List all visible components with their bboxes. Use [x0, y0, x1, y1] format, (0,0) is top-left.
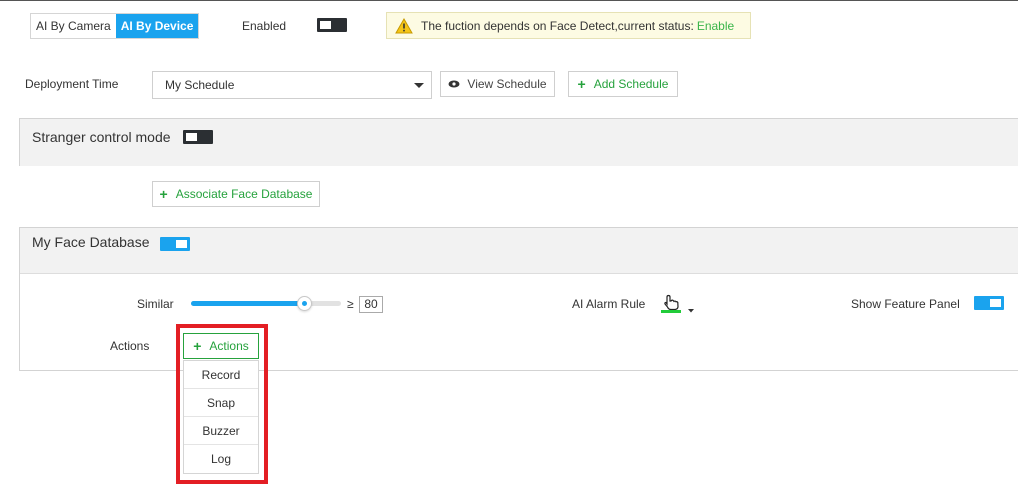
- top-border: [0, 0, 1018, 1]
- greater-equal-symbol: ≥: [347, 297, 354, 311]
- mode-ai-by-device[interactable]: AI By Device: [115, 14, 199, 38]
- pointer-hand-icon: [661, 294, 694, 313]
- mode-ai-by-camera[interactable]: AI By Camera: [31, 14, 116, 38]
- alarm-rule-picker[interactable]: [661, 292, 697, 314]
- face-detect-notice: The fuction depends on Face Detect,curre…: [386, 12, 751, 39]
- notice-status: Enable: [696, 18, 735, 33]
- similar-value-input[interactable]: 80: [359, 296, 383, 313]
- plus-icon: +: [159, 186, 168, 202]
- associate-face-database-label: Associate Face Database: [175, 187, 313, 201]
- eye-icon: [448, 80, 460, 88]
- associate-face-database-button[interactable]: + Associate Face Database: [152, 181, 320, 207]
- similar-label: Similar: [137, 297, 174, 311]
- warning-icon: [395, 17, 413, 33]
- stranger-control-toggle[interactable]: [183, 130, 213, 144]
- plus-icon: +: [577, 76, 586, 92]
- schedule-select[interactable]: My Schedule: [152, 71, 432, 99]
- face-database-toggle[interactable]: [160, 237, 190, 251]
- toggle-knob: [320, 21, 331, 29]
- add-schedule-label: Add Schedule: [593, 77, 669, 91]
- stranger-control-panel: Stranger control mode: [19, 118, 1018, 166]
- view-schedule-label: View Schedule: [467, 77, 547, 91]
- toggle-knob: [186, 133, 197, 141]
- view-schedule-button[interactable]: View Schedule: [440, 71, 555, 97]
- slider-handle[interactable]: [297, 296, 312, 311]
- deployment-time-label: Deployment Time: [25, 77, 119, 91]
- show-feature-panel-label: Show Feature Panel: [851, 297, 960, 311]
- show-feature-panel-toggle[interactable]: [974, 296, 1004, 310]
- chevron-down-icon: [414, 83, 424, 88]
- notice-text: The fuction depends on Face Detect,curre…: [421, 18, 694, 33]
- toggle-knob: [990, 299, 1001, 307]
- ai-alarm-rule-label: AI Alarm Rule: [572, 297, 646, 311]
- schedule-select-value: My Schedule: [165, 78, 235, 92]
- enabled-label: Enabled: [242, 19, 287, 33]
- stranger-control-title: Stranger control mode: [32, 129, 171, 145]
- face-db-panel-header: [20, 228, 1018, 274]
- actions-label: Actions: [110, 339, 150, 353]
- similar-slider[interactable]: [191, 296, 341, 311]
- mode-switch: AI By Camera AI By Device: [30, 13, 200, 39]
- slider-fill: [191, 301, 304, 306]
- face-database-title: My Face Database: [32, 234, 150, 250]
- highlight-box: [176, 324, 268, 484]
- toggle-knob: [176, 240, 187, 248]
- enabled-toggle[interactable]: [317, 18, 347, 32]
- add-schedule-button[interactable]: + Add Schedule: [568, 71, 678, 97]
